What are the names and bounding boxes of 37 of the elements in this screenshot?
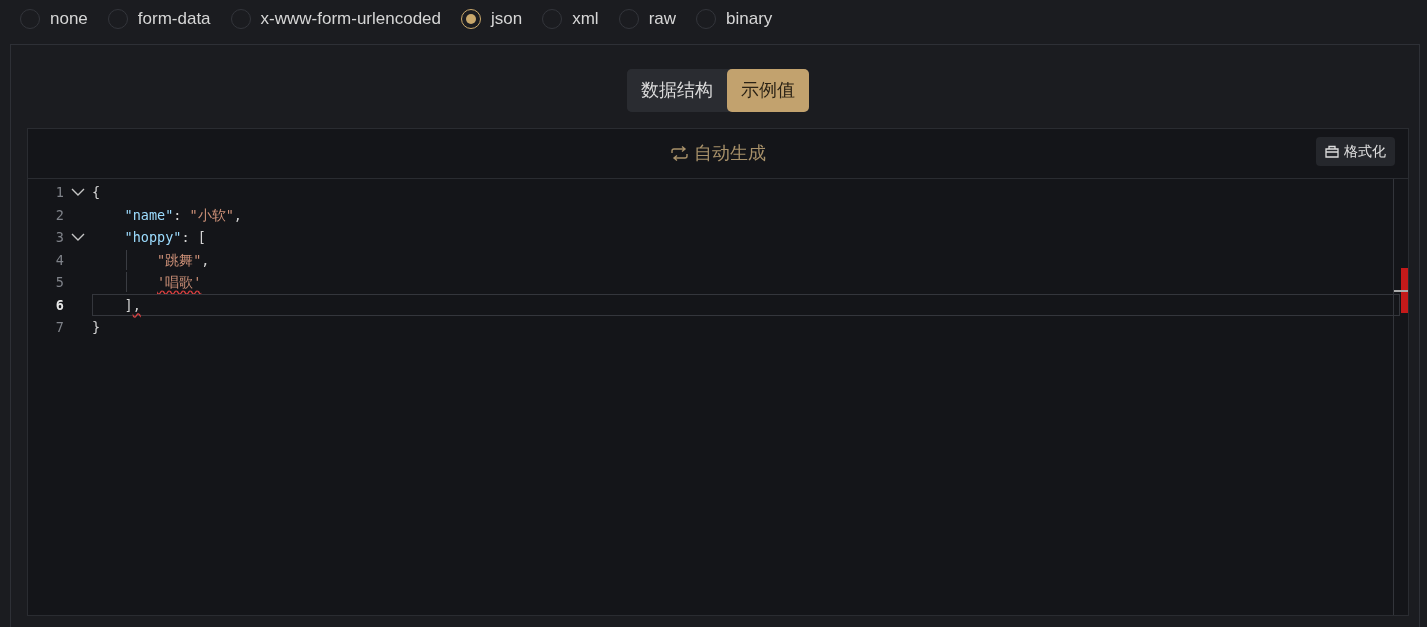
code-line: { [92, 183, 101, 203]
basket-icon [1325, 145, 1339, 158]
radio-option[interactable]: json [461, 6, 523, 32]
radio-label: json [491, 8, 523, 31]
radio-option[interactable]: binary [696, 6, 773, 32]
repeat-icon [670, 146, 688, 161]
radio-label: form-data [137, 8, 211, 31]
chevron-down-icon[interactable] [71, 188, 85, 197]
line-number: 3 [54, 228, 64, 248]
code-line: "跳舞", [92, 249, 210, 270]
radio-option[interactable]: x-www-form-urlencoded [230, 6, 441, 32]
view-toggle-button[interactable]: 示例值 [727, 69, 809, 112]
line-number: 2 [54, 205, 64, 225]
code-line: ], [123, 295, 141, 315]
line-number: 4 [54, 250, 64, 270]
code-line: } [92, 318, 101, 338]
radio-label: binary [726, 8, 773, 31]
line-number: 6 [54, 295, 64, 315]
code-line: "name": "小软", [123, 205, 242, 225]
code-line: "hoppy": [ [123, 228, 206, 248]
line-number: 5 [54, 273, 64, 293]
radio-label: raw [648, 8, 677, 31]
code-line: '唱歌' [92, 272, 202, 293]
format-button[interactable]: 格式化 [1316, 137, 1395, 166]
radio-option[interactable]: form-data [107, 6, 211, 32]
line-number: 7 [54, 318, 64, 338]
radio-label: xml [572, 8, 599, 31]
radio-label: none [50, 8, 88, 31]
radio-label: x-www-form-urlencoded [260, 8, 441, 31]
auto-generate-link[interactable]: 自动生成 [670, 140, 766, 167]
cursor-marker [1394, 290, 1408, 292]
radio-option[interactable]: xml [542, 6, 599, 32]
line-number: 1 [54, 183, 64, 203]
error-marker [1401, 268, 1408, 313]
chevron-down-icon[interactable] [71, 233, 85, 242]
radio-option[interactable]: none [20, 6, 88, 32]
radio-option[interactable]: raw [618, 6, 677, 32]
